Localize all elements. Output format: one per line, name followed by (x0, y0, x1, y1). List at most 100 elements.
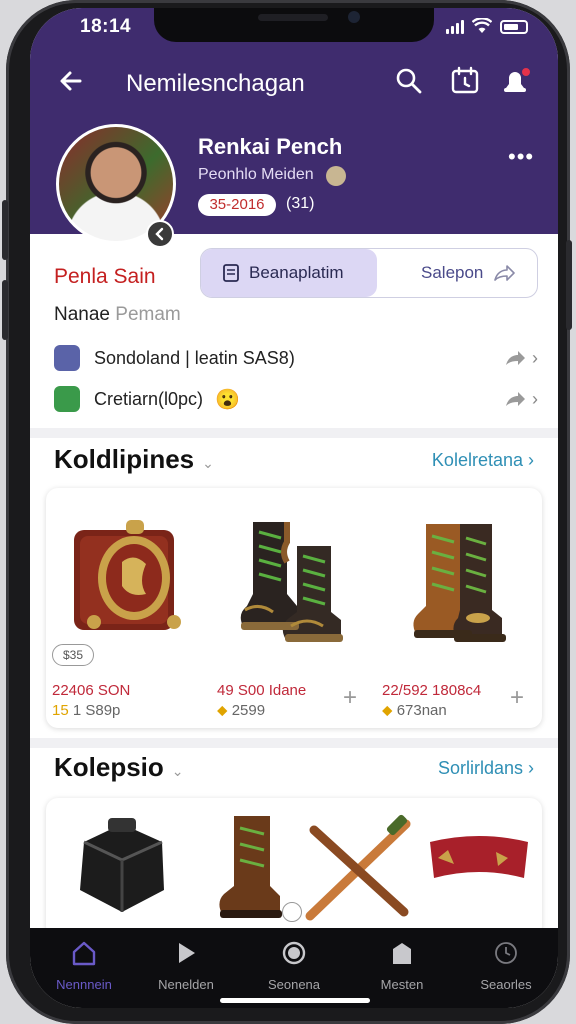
wifi-icon (472, 18, 492, 33)
product-sub-gold: 15 (52, 702, 69, 719)
carousel-indicator[interactable] (282, 902, 302, 922)
profile-header: 18:14 Nemilesnchagan Renkai Pench Peonhl… (30, 8, 558, 248)
calendar-icon[interactable] (450, 66, 480, 96)
add-icon[interactable]: + (510, 684, 524, 712)
see-all-link[interactable]: Kolelretana › (432, 450, 534, 471)
tab-inactive[interactable]: Salepon (377, 249, 537, 297)
divider (30, 428, 558, 438)
chat-icon (54, 345, 80, 371)
phone-frame: 18:14 Nemilesnchagan Renkai Pench Peonhl… (2, 0, 572, 1024)
row-actions: › (504, 389, 538, 410)
back-arrow-icon[interactable] (56, 66, 86, 96)
section-title-text: Kolepsio (54, 752, 164, 782)
product-price: 49 S00 Idane (217, 682, 307, 699)
home-indicator[interactable] (220, 998, 370, 1003)
share-arrow-icon (506, 392, 525, 406)
notification-badge (520, 66, 532, 78)
speaker (258, 14, 328, 21)
coin-icon: ⬥ (217, 702, 228, 719)
product-price: 22/592 1808c4 (382, 682, 482, 699)
divider (30, 738, 558, 748)
home-icon (72, 941, 96, 966)
nav-home[interactable]: Nennnein (34, 940, 134, 992)
camera-icon (348, 11, 360, 23)
dark-armor-piece-image[interactable] (64, 812, 180, 920)
page-title: Nemilesnchagan (126, 70, 305, 97)
play-icon (179, 943, 195, 963)
info-row-chat[interactable]: Sondoland | leatin SAS8) › (54, 341, 538, 375)
section-title: Kolepsio ⌄ (54, 752, 184, 783)
tab-active[interactable]: Beanaplatim (201, 249, 377, 297)
product-card (46, 798, 542, 938)
nav-shop[interactable]: Mesten (352, 940, 452, 992)
chevron-right-icon: › (532, 347, 538, 368)
profile-count: (31) (286, 195, 315, 212)
see-all-label: Kolelretana (431, 450, 523, 470)
price-tag: $35 (52, 644, 94, 666)
list-icon (223, 264, 239, 282)
search-icon[interactable] (394, 66, 424, 96)
product-item[interactable]: 49 S00 Idane ⬥ 2599 + (211, 488, 376, 728)
nav-shop-label: Mesten (380, 977, 424, 992)
verified-icon (326, 166, 346, 186)
tab-active-label: Beanaplatim (249, 263, 344, 282)
nav-center[interactable]: Seonena (244, 940, 344, 992)
status-icons (446, 18, 528, 34)
volume-down-button (2, 280, 8, 340)
product-sub-text: 2599 (231, 702, 266, 719)
chevron-down-icon[interactable]: ⌄ (172, 763, 184, 779)
row-actions: › (504, 348, 538, 369)
nav-videos-label: Nenelden (158, 977, 214, 992)
info-row-shop[interactable]: Cretiarn(l0pc) 😮 › (54, 382, 538, 416)
shop-icon (54, 386, 80, 412)
section-label: Penla Sain (54, 265, 156, 288)
edit-avatar-icon[interactable] (146, 220, 174, 248)
name-field[interactable]: Nanae Pemam (54, 304, 181, 326)
section-title-text: Koldlipines (54, 444, 195, 474)
clock-icon (495, 942, 517, 964)
product-sub-text: 673nan (396, 702, 447, 719)
more-icon[interactable]: ••• (508, 144, 534, 170)
info-row-text: Cretiarn(l0pc) (94, 388, 204, 409)
battery-icon (500, 20, 528, 34)
product-card: $35 22406 SON 15 1 S89p 49 S00 Idane ⬥ 2… (46, 488, 542, 728)
name-placeholder: Pemam (115, 304, 181, 325)
nav-videos[interactable]: Nenelden (136, 940, 236, 992)
screen: 18:14 Nemilesnchagan Renkai Pench Peonhl… (30, 8, 558, 1008)
product-sub: ⬥ 2599 (217, 702, 265, 719)
brown-boots-image (413, 524, 506, 642)
red-headband-image[interactable] (424, 828, 534, 894)
notch (154, 8, 434, 42)
nav-center-label: Seonena (267, 977, 321, 992)
surprised-emoji-icon: 😮 (215, 388, 240, 411)
add-icon[interactable]: + (343, 684, 357, 712)
nav-history[interactable]: Seaorles (456, 940, 556, 992)
section-title: Koldlipines ⌄ (54, 444, 214, 475)
product-item[interactable]: 22/592 1808c4 ⬥ 673nan + (376, 488, 541, 728)
green-lace-boots-image (240, 522, 343, 642)
bottom-nav: Nennnein Nenelden Seonena Mesten Seaorle… (30, 928, 558, 1008)
see-all-label: Sorlirldans (437, 758, 523, 778)
product-sub-text: 1 S89p (72, 702, 121, 719)
crossed-swords-image[interactable] (300, 810, 420, 926)
product-item[interactable]: $35 22406 SON 15 1 S89p (46, 488, 211, 728)
power-button (566, 240, 572, 330)
nav-home-label: Nennnein (56, 977, 112, 992)
chevron-right-icon: › (532, 388, 538, 409)
circle-icon (282, 941, 306, 965)
profile-badge: 35-2016 (198, 194, 276, 216)
nav-history-label: Seaorles (480, 977, 532, 992)
share-icon (494, 265, 516, 281)
product-price: 22406 SON (52, 682, 131, 699)
leather-pouch-image (74, 520, 181, 630)
see-all-link[interactable]: Sorlirldans › (438, 758, 534, 779)
share-arrow-icon (506, 351, 525, 365)
product-sub: 15 1 S89p (52, 702, 120, 719)
tab-inactive-label: Salepon (421, 263, 484, 282)
coin-icon: ⬥ (382, 702, 393, 719)
chevron-down-icon[interactable]: ⌄ (202, 455, 214, 471)
signal-icon (446, 20, 464, 34)
product-sub: ⬥ 673nan (382, 702, 447, 719)
top-bar: Nemilesnchagan (30, 62, 558, 102)
profile-subtitle: Peonhlo Meiden (198, 166, 314, 183)
